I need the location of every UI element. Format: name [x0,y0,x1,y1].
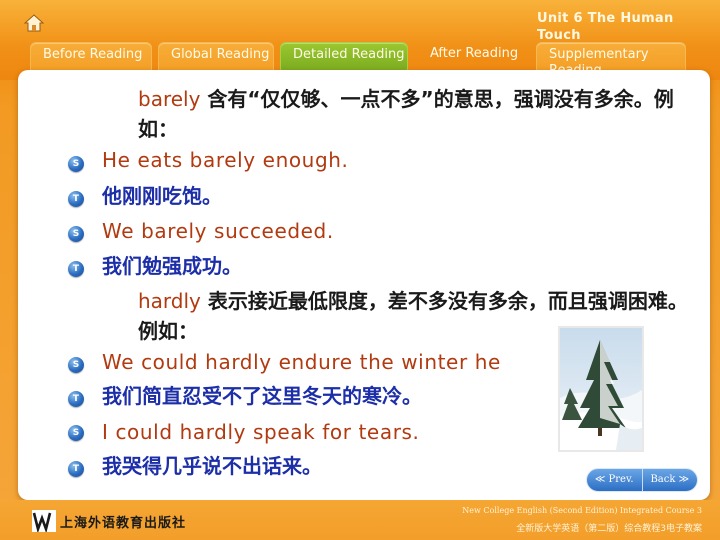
publisher-name: 上海外语教育出版社 [60,516,187,531]
example-cn-1: 他刚刚吃饱。 [102,184,222,208]
prev-back-nav: ≪ Prev. Back ≫ [586,468,698,492]
keyword-barely: barely [138,87,201,111]
example-cn-4: 我哭得几乎说不出话来。 [102,454,322,478]
barely-definition: barely 含有“仅仅够、一点不多”的意思，强调没有多余。例如： [138,87,674,141]
home-icon[interactable] [24,14,44,32]
example-en-3: We could hardly endure the winter he [102,350,501,374]
translation-bullet-icon: T [68,261,84,277]
translation-bullet-icon: T [68,191,84,207]
sentence-bullet-icon: S [68,425,84,441]
example-cn-2: 我们勉强成功。 [102,254,242,278]
example-en-4: I could hardly speak for tears. [102,420,420,444]
sentence-bullet-icon: S [68,357,84,373]
translation-bullet-icon: T [68,391,84,407]
translation-bullet-icon: T [68,461,84,477]
sentence-bullet-icon: S [68,226,84,242]
publisher-logo-icon [32,510,56,532]
example-en-1: He eats barely enough. [102,148,349,172]
back-button[interactable]: Back ≫ [641,469,698,491]
snowy-tree-photo [558,326,644,452]
prev-button[interactable]: ≪ Prev. [587,469,642,491]
content-panel: barely 含有“仅仅够、一点不多”的意思，强调没有多余。例如： S He e… [18,70,710,500]
example-en-2: We barely succeeded. [102,219,334,243]
example-cn-3: 我们简直忍受不了这里冬天的寒冷。 [102,384,422,408]
course-title-en: New College English (Second Edition) Int… [462,506,702,515]
unit-title: Unit 6 The Human Touch [537,11,674,43]
course-title-cn: 全新版大学英语（第二版）综合教程3电子教案 [516,524,702,534]
sentence-bullet-icon: S [68,156,84,172]
keyword-hardly: hardly [138,289,201,313]
